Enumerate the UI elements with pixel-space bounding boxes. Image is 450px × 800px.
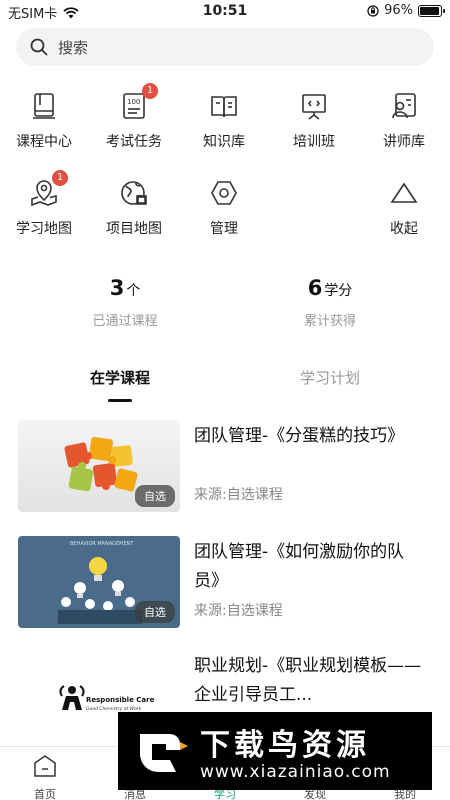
search-icon xyxy=(30,38,48,56)
exam-paper-icon: 100 1 xyxy=(119,83,158,121)
instructor-icon xyxy=(389,91,419,121)
orientation-lock-icon xyxy=(367,4,379,17)
course-tag: 自选 xyxy=(135,601,175,623)
stat-value: 6 xyxy=(307,276,323,300)
watermark-url: www.xiazainiao.com xyxy=(200,762,391,782)
home-icon xyxy=(34,755,56,777)
triangle-collapse-icon xyxy=(389,178,419,208)
grid-item-knowledge-base[interactable]: 知识库 xyxy=(184,91,264,151)
stat-unit: 个 xyxy=(126,283,141,299)
course-item[interactable]: 自选 团队管理-《分蛋糕的技巧》 来源:自选课程 xyxy=(18,420,432,512)
grid-label: 项目地图 xyxy=(106,221,162,237)
stat-desc: 累计获得 xyxy=(303,314,356,329)
tabbar-label: 首页 xyxy=(34,788,56,800)
grid-item-exam-tasks[interactable]: 100 1 考试任务 xyxy=(94,83,174,151)
grid-label: 讲师库 xyxy=(383,134,425,150)
battery-group: 96% xyxy=(367,3,445,18)
stat-value: 3 xyxy=(109,276,125,300)
course-thumbnail: 自选 xyxy=(18,420,180,512)
tabbar-home[interactable]: 首页 xyxy=(5,753,85,800)
tab-study-plan[interactable]: 学习计划 xyxy=(265,367,395,388)
grid-item-instructor-library[interactable]: 讲师库 xyxy=(364,91,444,151)
status-bar: 无SIM卡 10:51 96% xyxy=(0,0,450,24)
logo-text: Responsible Care xyxy=(86,696,155,704)
grid-label: 收起 xyxy=(390,221,418,237)
grid-item-learning-map[interactable]: 1 学习地图 xyxy=(4,170,84,238)
course-title: 职业规划-《职业规划模板——企业引导员工... xyxy=(194,656,422,705)
grid-item-project-map[interactable]: 项目地图 xyxy=(94,178,174,238)
grid-label: 课程中心 xyxy=(16,134,72,150)
battery-percent: 96% xyxy=(384,3,413,18)
map-pin-icon: 1 xyxy=(29,170,68,208)
grid-label: 学习地图 xyxy=(16,221,72,237)
search-placeholder: 搜索 xyxy=(58,38,89,57)
grid-label: 知识库 xyxy=(203,134,245,150)
grid-label: 培训班 xyxy=(293,134,335,150)
watermark-title: 下载鸟资源 xyxy=(200,728,370,763)
notification-badge: 1 xyxy=(52,170,68,186)
course-tag: 自选 xyxy=(135,485,175,507)
battery-icon xyxy=(418,4,445,17)
stat-desc: 已通过课程 xyxy=(92,314,158,329)
notification-badge: 1 xyxy=(142,83,158,99)
tab-indicator xyxy=(108,399,132,402)
course-source: 来源:自选课程 xyxy=(194,487,283,503)
grid-label: 考试任务 xyxy=(106,134,162,150)
watermark-banner: 下载鸟资源 www.xiazainiao.com xyxy=(118,712,432,790)
presentation-board-icon xyxy=(299,91,329,121)
stat-passed-courses: 3个 已通过课程 xyxy=(40,276,210,329)
stat-credits: 6 学分 累计获得 xyxy=(245,276,415,329)
tab-current-courses[interactable]: 在学课程 xyxy=(55,367,185,388)
grid-item-training-class[interactable]: 培训班 xyxy=(274,91,354,151)
open-book-icon xyxy=(209,91,239,121)
grid-item-collapse[interactable]: 收起 xyxy=(364,178,444,238)
course-thumbnail: BEHAVIOR MANAGEMENT 自选 xyxy=(18,536,180,628)
grid-item-management[interactable]: 管理 xyxy=(184,178,264,238)
course-source: 来源:自选课程 xyxy=(194,603,283,619)
grid-item-course-center[interactable]: 课程中心 xyxy=(4,91,84,151)
course-title: 团队管理-《分蛋糕的技巧》 xyxy=(194,426,405,446)
hexagon-settings-icon xyxy=(209,178,239,208)
course-item[interactable]: BEHAVIOR MANAGEMENT 自选 团队管理-《如何激励你的队员》 来… xyxy=(18,536,432,628)
search-input[interactable]: 搜索 xyxy=(16,28,434,66)
grid-label: 管理 xyxy=(210,221,238,237)
course-title: 团队管理-《如何激励你的队员》 xyxy=(194,542,405,591)
globe-icon xyxy=(119,178,149,208)
thumb-caption: BEHAVIOR MANAGEMENT xyxy=(70,541,134,547)
svg-text:100: 100 xyxy=(127,98,140,106)
book-icon xyxy=(29,91,59,121)
bird-logo-icon xyxy=(140,734,188,772)
stat-unit: 学分 xyxy=(324,283,353,299)
